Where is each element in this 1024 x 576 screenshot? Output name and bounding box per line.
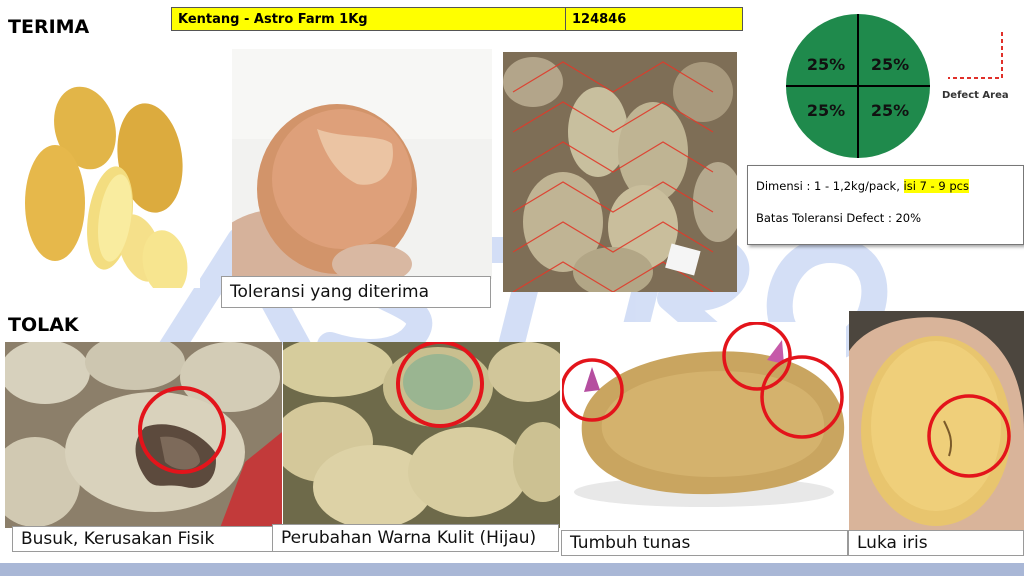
quadrant-label: 25% [871,101,909,120]
reject-caption-green-skin: Perubahan Warna Kulit (Hijau) [272,524,559,552]
cut-wound-potato-photo [849,311,1024,536]
defect-area-legend-label: Defect Area [942,90,1009,101]
product-header-bar: Kentang - Astro Farm 1Kg 124846 [171,7,743,31]
defect-area-diagram: 25% 25% 25% 25% [786,14,930,158]
reject-caption-cut-wound: Luka iris [848,530,1024,556]
green-skin-potato-photo [283,342,560,528]
tolerance-spec: Batas Toleransi Defect : 20% [756,211,922,225]
accepted-potatoes-photo [15,48,200,288]
rotten-potato-photo [5,342,282,528]
dimension-spec: Dimensi : 1 - 1,2kg/pack, isi 7 - 9 pcs [756,179,1015,193]
quadrant-label: 25% [807,101,845,120]
quadrant-label: 25% [807,55,845,74]
netted-potatoes-photo [503,52,737,292]
product-name: Kentang - Astro Farm 1Kg [172,8,566,30]
spec-info-box: Dimensi : 1 - 1,2kg/pack, isi 7 - 9 pcs … [747,165,1024,245]
dimension-text: Dimensi : 1 - 1,2kg/pack, [756,179,904,193]
pieces-count-highlight: isi 7 - 9 pcs [903,179,969,193]
quadrant-label: 25% [871,55,909,74]
reject-section-title: TOLAK [8,314,79,336]
reject-caption-rotten: Busuk, Kerusakan Fisik [12,526,276,552]
reject-caption-sprouting: Tumbuh tunas [561,530,848,556]
tolerance-potato-photo [232,49,492,279]
accept-section-title: TERIMA [8,16,90,38]
tolerance-caption: Toleransi yang diterima [221,276,491,308]
product-code: 124846 [572,11,627,27]
footer-band [0,563,1024,576]
sprouting-potato-photo [562,322,846,532]
